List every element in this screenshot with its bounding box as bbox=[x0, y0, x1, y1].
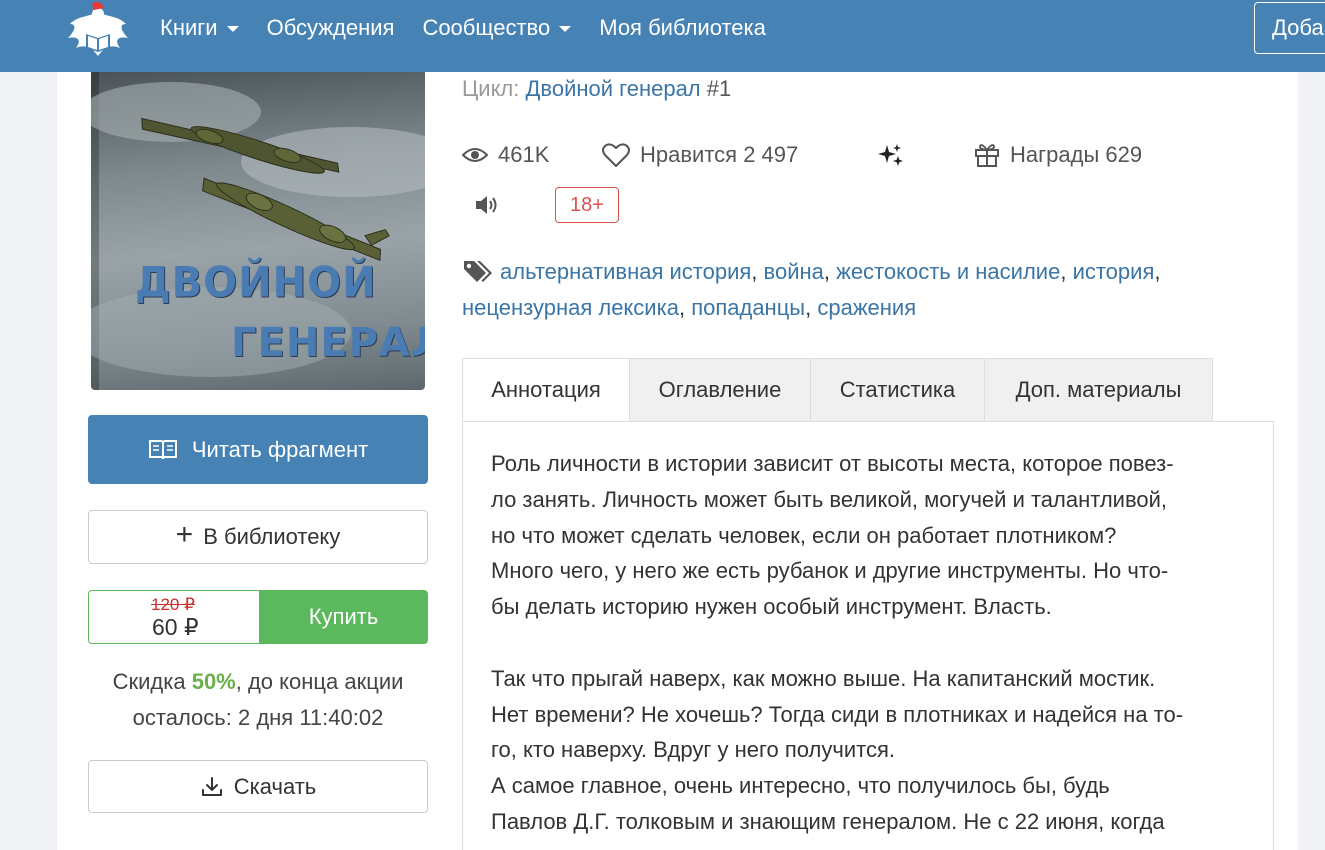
nav-discussions[interactable]: Обсуждения bbox=[267, 15, 395, 41]
book-cover[interactable]: ДВОЙНОЙ ГЕНЕРАЛ bbox=[91, 72, 425, 390]
add-book-button[interactable]: Доба bbox=[1254, 2, 1325, 54]
nav-community[interactable]: Сообщество bbox=[422, 15, 572, 41]
tag-link[interactable]: история bbox=[1073, 259, 1155, 284]
chevron-down-icon bbox=[559, 26, 572, 32]
tag-link[interactable]: жестокость и насилие bbox=[836, 259, 1060, 284]
eye-icon bbox=[462, 148, 488, 162]
cycle-label: Цикл: bbox=[462, 76, 520, 101]
nav-my-library[interactable]: Моя библиотека bbox=[599, 15, 766, 41]
tab-annotation[interactable]: Аннотация bbox=[462, 358, 630, 422]
discount-info: Скидка 50%, до конца акции осталось: 2 д… bbox=[88, 664, 428, 736]
awards-count: 629 bbox=[1105, 142, 1143, 167]
new-price: 60 ₽ bbox=[152, 614, 199, 640]
annotation-line: но что может сделать человек, если он ра… bbox=[491, 522, 1117, 548]
likes-label: Нравится bbox=[640, 142, 738, 167]
age-rating-badge: 18+ bbox=[555, 187, 619, 223]
download-label: Скачать bbox=[233, 773, 317, 799]
cover-title-line1: ДВОЙНОЙ bbox=[135, 258, 377, 308]
tab-contents[interactable]: Оглавление bbox=[630, 358, 811, 422]
price-display: 120 ₽ 60 ₽ bbox=[88, 590, 259, 644]
gift-icon bbox=[975, 144, 999, 167]
annotation-line: го, кто наверху. Вдруг у него получится. bbox=[491, 737, 896, 763]
download-icon bbox=[201, 776, 222, 796]
book-tags: альтернативная история, война, жестокост… bbox=[462, 259, 1161, 320]
nav-community-label: Сообщество bbox=[422, 15, 551, 40]
annotation-line: Так что прыгай наверх, как можно выше. Н… bbox=[491, 665, 1156, 691]
tags-icon bbox=[464, 261, 492, 282]
read-fragment-label: Читать фрагмент bbox=[191, 436, 369, 462]
annotation-line: А самое главное, очень интересно, что по… bbox=[491, 773, 1110, 799]
remaining-prefix: осталось: bbox=[132, 705, 232, 730]
tag-link[interactable]: нецензурная лексика bbox=[462, 295, 679, 320]
site-logo[interactable] bbox=[62, 0, 134, 62]
tag-link[interactable]: попаданцы bbox=[691, 295, 805, 320]
open-book-icon bbox=[148, 439, 177, 459]
discount-suffix: , до конца акции bbox=[235, 669, 404, 694]
audiobook-speaker-icon[interactable] bbox=[474, 193, 500, 222]
read-fragment-button[interactable]: Читать фрагмент bbox=[88, 415, 428, 484]
add-to-library-label: В библиотеку bbox=[203, 524, 341, 549]
sparkles-icon bbox=[878, 144, 903, 166]
views-count: 461K bbox=[498, 142, 550, 167]
likes-stat[interactable]: Нравится 2 497 bbox=[602, 142, 798, 168]
awards-label: Награды bbox=[1010, 142, 1100, 167]
tab-statistics[interactable]: Статистика bbox=[811, 358, 985, 422]
discount-percent: 50% bbox=[191, 669, 236, 694]
book-cycle: Цикл: Двойной генерал #1 bbox=[462, 76, 731, 102]
remaining-time: 2 дня 11:40:02 bbox=[237, 705, 384, 730]
annotation-line: Много чего, у него же есть рубанок и дру… bbox=[491, 558, 1169, 584]
plus-icon: + bbox=[175, 518, 194, 551]
annotation-line: Павлов Д.Г. толковым и знающим генералом… bbox=[491, 808, 1165, 834]
buy-button[interactable]: Купить bbox=[259, 590, 428, 644]
annotation-line: Нет времени? Не хочешь? Тогда сиди в пло… bbox=[491, 701, 1184, 727]
annotation-line: ло занять. Личность может быть великой, … bbox=[491, 486, 1168, 512]
cycle-number: #1 bbox=[706, 76, 732, 101]
heart-icon bbox=[602, 143, 630, 167]
annotation-line: бы делать историю нужен особый инструмен… bbox=[491, 594, 1052, 620]
tag-link[interactable]: альтернативная история bbox=[500, 259, 751, 284]
sparkle-stat[interactable] bbox=[877, 142, 915, 170]
awards-stat[interactable]: Награды 629 bbox=[974, 142, 1142, 168]
old-price: 120 ₽ bbox=[151, 595, 195, 614]
views-stat: 461K bbox=[462, 142, 549, 168]
nav-books[interactable]: Книги bbox=[160, 15, 239, 41]
annotation-line: Роль личности в истории зависит от высот… bbox=[491, 451, 1174, 476]
price-box: 120 ₽ 60 ₽ Купить bbox=[88, 590, 428, 644]
tag-link[interactable]: сражения bbox=[817, 295, 916, 320]
nav-books-label: Книги bbox=[160, 15, 218, 40]
tab-extra-materials[interactable]: Доп. материалы bbox=[985, 358, 1213, 422]
eagle-book-logo-icon bbox=[68, 1, 128, 56]
chevron-down-icon bbox=[226, 26, 239, 32]
annotation-pane: Роль личности в истории зависит от высот… bbox=[462, 421, 1274, 850]
nav-my-library-label: Моя библиотека bbox=[599, 15, 766, 40]
book-tabs: Аннотация Оглавление Статистика Доп. мат… bbox=[462, 358, 1213, 422]
cover-title-line2: ГЕНЕРАЛ bbox=[231, 320, 425, 366]
top-navbar: Книги Обсуждения Сообщество Моя библиоте… bbox=[0, 0, 1325, 72]
download-button[interactable]: Скачать bbox=[88, 760, 428, 813]
cycle-link[interactable]: Двойной генерал bbox=[526, 76, 701, 101]
nav-discussions-label: Обсуждения bbox=[266, 15, 395, 40]
likes-count: 2 497 bbox=[743, 142, 799, 167]
tag-link[interactable]: война bbox=[764, 259, 824, 284]
add-to-library-button[interactable]: + В библиотеку bbox=[88, 510, 428, 564]
annotation-text: Роль личности в истории зависит от высот… bbox=[491, 446, 1251, 840]
discount-prefix: Скидка bbox=[112, 669, 186, 694]
